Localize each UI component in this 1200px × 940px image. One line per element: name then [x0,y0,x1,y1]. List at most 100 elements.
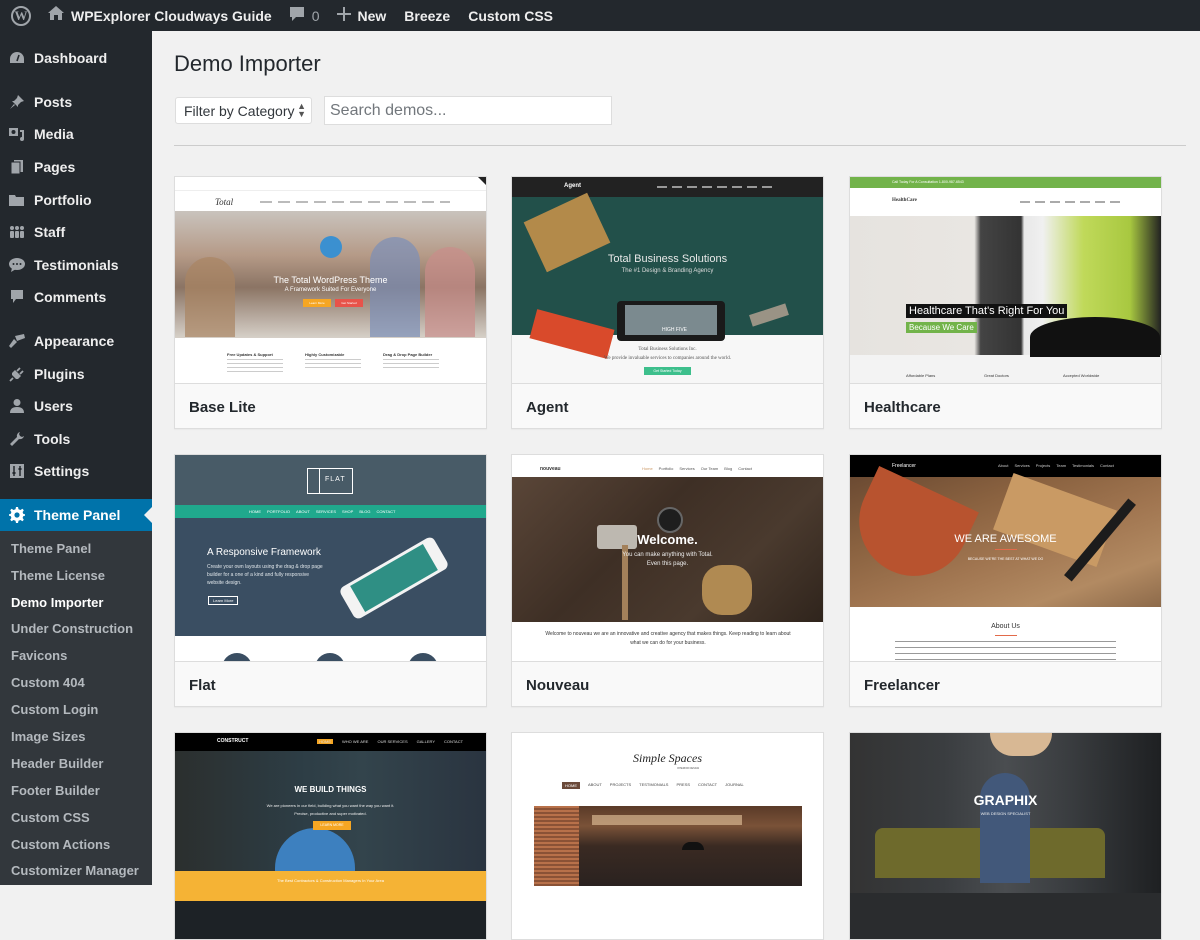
submenu-footer-builder[interactable]: Footer Builder [0,778,152,805]
submenu-custom-404[interactable]: Custom 404 [0,670,152,697]
sidebar-item-theme-panel[interactable]: Theme Panel [0,498,152,531]
preview-headline: A Responsive Framework [207,547,321,558]
sidebar-item-label: Media [34,126,74,143]
preview-nav-item: Blog [724,466,733,471]
demo-card-nouveau[interactable]: nouveau Home Portfolio Services Our Team… [511,454,824,707]
filter-by-category-select[interactable]: Filter by Category ▲ ▼ [175,97,312,124]
sidebar-item-label: Posts [34,93,73,110]
demo-card-agent[interactable]: Agent HIGH FIVE Total Business Solutions… [511,176,824,429]
preview-button: LEARN MORE [313,821,351,830]
demo-thumbnail: GRAPHIX WEB DESIGN SPECIALIST [850,733,1161,939]
demo-name: Base Lite [175,383,486,428]
demo-card-freelancer[interactable]: Freelancer About Services Projects Team … [849,454,1162,707]
preview-headline: GRAPHIX [973,792,1038,808]
custom-css-link[interactable]: Custom CSS [457,0,560,31]
sidebar-item-appearance[interactable]: Appearance [0,325,152,358]
preview-nav-item: About [998,463,1009,468]
sidebar-item-pages[interactable]: Pages [0,151,152,184]
demo-thumbnail: Call Today For A Consultation 1-800-987-… [850,177,1161,383]
site-name-link[interactable]: WPExplorer Cloudways Guide [38,0,279,31]
preview-nav-item: PRESS [676,782,691,787]
preview-subheadline: Even this page. [646,561,689,567]
preview-headline: Healthcare That's Right For You [906,304,1068,318]
sidebar-item-media[interactable]: Media [0,118,152,151]
admin-sidebar: Dashboard Posts Media Pages Portfolio St… [0,31,152,886]
preview-nav-item: CONTACT [376,509,396,514]
demo-card-base-lite[interactable]: Total The Total WordPress Theme A Framew… [174,176,487,429]
preview-button: Get Started Today [644,367,691,375]
sidebar-item-staff[interactable]: Staff [0,216,152,249]
submenu-custom-css[interactable]: Custom CSS [0,805,152,832]
preview-feature: Great Doctors [984,373,1009,378]
paintbrush-icon [8,332,26,350]
submenu-demo-importer[interactable]: Demo Importer [0,590,152,617]
preview-text: Total Business Solutions Inc. [638,347,697,352]
page-title: Demo Importer [174,51,321,76]
submenu-custom-login[interactable]: Custom Login [0,697,152,724]
preview-nav-item: GALLERY [416,739,435,744]
sidebar-item-dashboard[interactable]: Dashboard [0,42,152,75]
submenu-theme-panel[interactable]: Theme Panel [0,536,152,563]
submenu-image-sizes[interactable]: Image Sizes [0,724,152,751]
preview-nav-item: Contact [1100,463,1114,468]
main-content: Demo Importer Filter by Category ▲▼ Tota… [152,31,1200,940]
preview-nav-item: Home [642,466,653,471]
sidebar-item-tools[interactable]: Tools [0,423,152,456]
sidebar-item-label: Plugins [34,365,85,382]
theme-panel-submenu: Theme Panel Theme License Demo Importer … [0,530,152,886]
demo-thumbnail: FLAT HOME PORTFOLIO ABOUT SERVICES SHOP … [175,455,486,661]
pages-icon [8,158,26,176]
submenu-customizer-manager[interactable]: Customizer Manager [0,858,152,885]
submenu-under-construction[interactable]: Under Construction [0,616,152,643]
preview-nav-item: TESTIMONIALS [639,782,669,787]
group-icon [8,223,26,241]
sidebar-item-label: Tools [34,430,71,447]
preview-nav-item: HOME [317,739,333,744]
new-content-link[interactable]: New [327,0,394,31]
preview-subheadline: You can make anything with Total. [622,552,713,558]
preview-subheadline: WEB DESIGN SPECIALIST [980,811,1031,816]
sidebar-item-label: Comments [34,289,107,306]
demo-card-flat[interactable]: FLAT HOME PORTFOLIO ABOUT SERVICES SHOP … [174,454,487,707]
wordpress-menu[interactable]: W [0,0,38,31]
breeze-link[interactable]: Breeze [393,0,457,31]
submenu-favicons[interactable]: Favicons [0,643,152,670]
preview-logo: FLAT [325,476,346,483]
home-icon [48,6,64,25]
sidebar-item-label: Settings [34,463,90,480]
submenu-header-builder[interactable]: Header Builder [0,751,152,778]
preview-nav-item: OUR SERVICES [377,739,408,744]
gear-icon [8,506,26,524]
sidebar-item-portfolio[interactable]: Portfolio [0,183,152,216]
preview-nav-item: Team [1056,463,1067,468]
preview-logo: Simple Spaces [633,751,702,765]
demo-card-construct[interactable]: CONSTRUCT HOME WHO WE ARE OUR SERVICES G… [174,732,487,940]
demo-card-graphix[interactable]: GRAPHIX WEB DESIGN SPECIALIST [849,732,1162,940]
comments-link[interactable]: 0 [279,0,327,31]
sidebar-item-comments[interactable]: Comments [0,281,152,314]
comment-icon [8,288,26,306]
submenu-custom-actions[interactable]: Custom Actions [0,832,152,859]
sidebar-item-label: Staff [34,224,66,241]
sidebar-item-users[interactable]: Users [0,390,152,423]
submenu-theme-license[interactable]: Theme License [0,563,152,590]
preview-feature: Free Updates & Support [227,352,273,357]
sidebar-item-label: Portfolio [34,191,92,208]
preview-logo: Total [215,197,234,207]
sidebar-item-testimonials[interactable]: Testimonials [0,249,152,282]
preview-logo: CONSTRUCT [217,738,249,744]
dashboard-gauge-icon [8,49,26,67]
search-demos-input[interactable] [324,96,612,125]
preview-nav-item: ABOUT [588,782,602,787]
preview-nav-item: CONTACT [698,782,718,787]
preview-nav-item: WHO WE ARE [342,739,369,744]
demo-card-simple-spaces[interactable]: Simple Spaces INTERIOR DESIGN HOME ABOUT… [511,732,824,940]
sidebar-item-plugins[interactable]: Plugins [0,357,152,390]
preview-nav-item: HOME [249,509,261,514]
sidebar-item-settings[interactable]: Settings [0,455,152,488]
settings-sliders-icon [8,462,26,480]
speech-bubble-icon [8,256,26,274]
sidebar-item-label: Appearance [34,333,115,350]
sidebar-item-posts[interactable]: Posts [0,86,152,119]
demo-card-healthcare[interactable]: Call Today For A Consultation 1-800-987-… [849,176,1162,429]
